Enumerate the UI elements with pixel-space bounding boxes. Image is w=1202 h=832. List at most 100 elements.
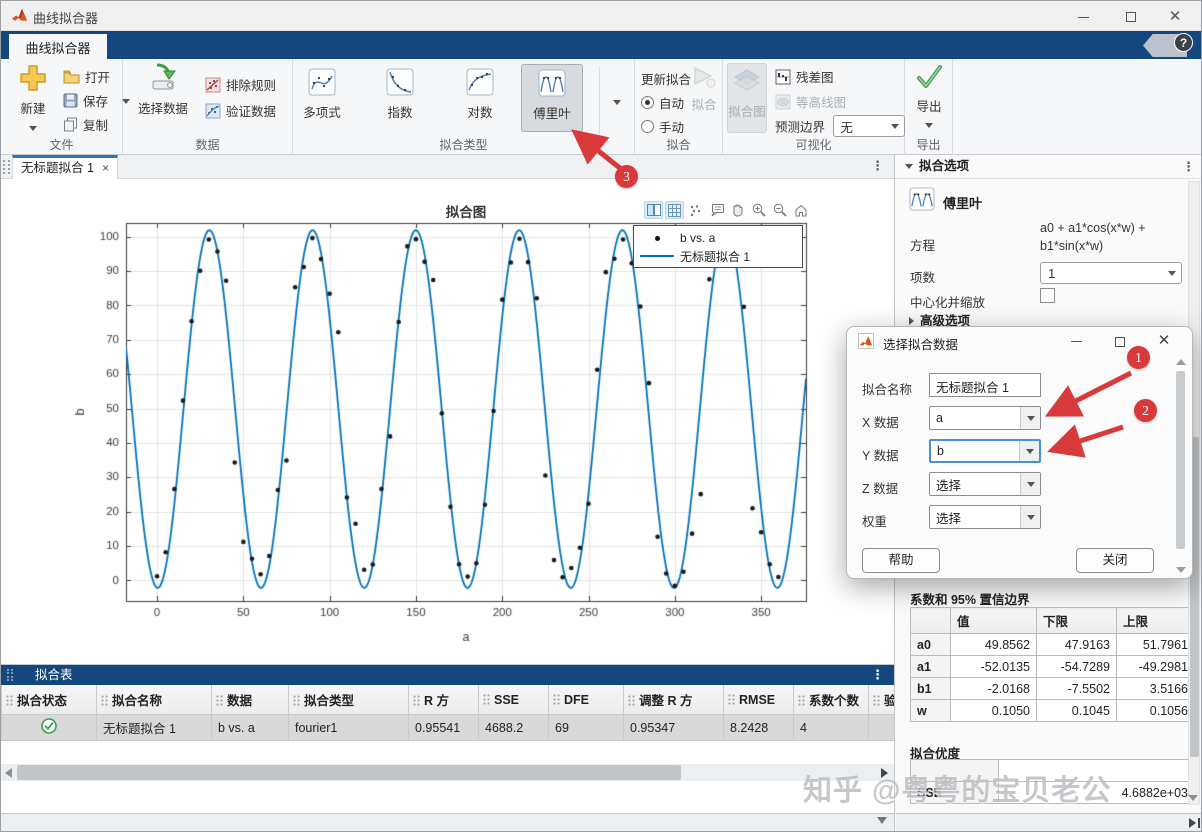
chart-legend[interactable]: b vs. a 无标题拟合 1 <box>633 225 803 268</box>
x-data-label: X 数据 <box>862 412 899 431</box>
contour-button: 等高线图 <box>775 92 846 111</box>
center-scale-checkbox[interactable] <box>1040 288 1055 303</box>
fits-table-title: 拟合表 <box>35 668 73 682</box>
col-rmse[interactable]: RMSE <box>724 685 794 715</box>
fit-r2-cell: 0.95541 <box>409 715 479 741</box>
col-adj-rsquare[interactable]: 调整 R 方 <box>624 685 724 715</box>
fit-name-input[interactable]: 无标题拟合 1 <box>929 373 1041 397</box>
fit-run-label: 拟合 <box>687 94 721 113</box>
col-rsquare[interactable]: R 方 <box>409 685 479 715</box>
help-button-dialog[interactable]: 帮助 <box>862 548 940 573</box>
fit-run-icon <box>691 65 717 89</box>
fit-options-header[interactable]: 拟合选项 ⋮ <box>895 155 1202 179</box>
col-sse[interactable]: SSE <box>479 685 549 715</box>
auto-radio-circle[interactable] <box>641 96 654 109</box>
residuals-button[interactable]: 残差图 <box>775 67 834 86</box>
ribbon-group-data: 选择数据 排除规则 验证数据 数据 <box>123 59 293 155</box>
coeff-row-a0: a0 49.8562 47.9163 51.7961 <box>911 634 1195 656</box>
window-close-button[interactable]: ✕ <box>1153 1 1197 31</box>
y-data-dropdown[interactable]: b <box>929 439 1041 463</box>
fittype-fourier-button[interactable]: 傅里叶 <box>521 64 583 132</box>
copy-button[interactable]: 复制 <box>63 115 108 134</box>
exclusion-rules-button[interactable]: 排除规则 <box>205 75 276 94</box>
datatip-icon[interactable] <box>707 201 726 219</box>
dialog-scroll-up-icon[interactable] <box>1176 359 1186 365</box>
right-panel-hscrollbar[interactable] <box>896 813 1202 832</box>
document-tab-label: 无标题拟合 1 <box>21 161 94 175</box>
ribbon-tab-curve-fitter[interactable]: 曲线拟合器 <box>9 34 107 59</box>
col-data[interactable]: 数据 <box>212 685 289 715</box>
weights-value: 选择 <box>936 508 961 527</box>
dialog-scroll-down-icon[interactable] <box>1176 567 1186 573</box>
copy-icon <box>63 117 78 132</box>
manual-radio[interactable]: 手动 <box>641 117 684 136</box>
weights-dropdown[interactable]: 选择 <box>929 505 1041 529</box>
legend-point-marker <box>634 236 680 241</box>
fits-table-title-bar[interactable]: 拟合表 ⋮ <box>1 665 894 685</box>
exponential-icon <box>386 68 414 96</box>
fittype-logarithm-button[interactable]: 对数 <box>449 64 511 132</box>
goodness-table: SSE 4.6882e+03 <box>910 759 1195 804</box>
close-button-dialog[interactable]: 关闭 <box>1076 548 1154 573</box>
col-fit-status[interactable]: 拟合状态 <box>2 685 97 715</box>
col-dfe[interactable]: DFE <box>549 685 624 715</box>
col-fit-name[interactable]: 拟合名称 <box>97 685 212 715</box>
dialog-scroll-thumb[interactable] <box>1176 371 1185 549</box>
restore-view-home-icon[interactable] <box>791 201 810 219</box>
document-tab-untitled-fit[interactable]: 无标题拟合 1 × <box>12 155 118 179</box>
fittype-polynomial-button[interactable]: 多项式 <box>291 64 353 132</box>
x-data-value: a <box>936 411 943 425</box>
dialog-vscrollbar[interactable] <box>1174 359 1187 573</box>
dialog-close-button[interactable]: ✕ <box>1144 327 1184 355</box>
col-fit-type[interactable]: 拟合类型 <box>289 685 409 715</box>
terms-dropdown[interactable]: 1 <box>1040 262 1182 284</box>
z-data-dropdown[interactable]: 选择 <box>929 472 1041 496</box>
dialog-minimize-button[interactable] <box>1056 327 1096 355</box>
zoom-in-icon[interactable] <box>749 201 768 219</box>
right-panel-scroll-end-icon <box>1198 818 1200 828</box>
fittype-gallery-caret[interactable] <box>607 85 627 107</box>
document-tab-close-icon[interactable]: × <box>102 161 109 175</box>
right-panel-scroll-right-icon[interactable] <box>1189 818 1196 828</box>
open-button[interactable]: 打开 <box>63 67 110 86</box>
select-data-button[interactable]: 选择数据 <box>131 63 195 117</box>
col-validation-data[interactable]: 验证数据 <box>869 685 895 715</box>
right-panel-scroll-down-icon[interactable] <box>1188 795 1198 801</box>
zoom-out-icon[interactable] <box>770 201 789 219</box>
prediction-bounds-dropdown[interactable]: 无 <box>833 115 905 137</box>
fit-options-menu-icon[interactable]: ⋮ <box>1182 160 1195 173</box>
fits-table-hscrollbar[interactable] <box>1 764 894 781</box>
scroll-left-arrow-icon[interactable] <box>5 768 12 778</box>
layout-panels-icon[interactable] <box>644 201 663 219</box>
new-button[interactable]: 新建 <box>9 63 57 134</box>
export-button[interactable]: 导出 <box>909 63 949 131</box>
grid-toggle-icon[interactable] <box>665 201 684 219</box>
matlab-logo-icon <box>11 7 28 24</box>
fits-table-row[interactable]: 无标题拟合 1 b vs. a fourier1 0.95541 4688.2 … <box>2 715 895 741</box>
collapse-triangle-icon[interactable] <box>905 164 913 169</box>
fits-table-grip-icon[interactable] <box>7 669 13 681</box>
manual-radio-circle[interactable] <box>641 120 654 133</box>
fits-table-menu-icon[interactable]: ⋮ <box>871 668 884 681</box>
validation-data-button[interactable]: 验证数据 <box>205 101 276 120</box>
bottom-strip <box>1 813 894 832</box>
fittype-exponential-button[interactable]: 指数 <box>369 64 431 132</box>
brush-data-icon[interactable] <box>686 201 705 219</box>
export-dropdown-caret[interactable] <box>925 123 933 128</box>
pan-hand-icon[interactable] <box>728 201 747 219</box>
save-button[interactable]: 保存 <box>63 91 130 110</box>
x-data-dropdown[interactable]: a <box>929 406 1041 430</box>
help-button[interactable]: ? <box>1174 33 1193 52</box>
fourier-icon <box>538 69 566 97</box>
document-grip-icon[interactable] <box>3 160 10 174</box>
panel-scroll-down-icon[interactable] <box>877 817 887 824</box>
scroll-right-arrow-icon[interactable] <box>881 768 888 778</box>
col-num-coeff[interactable]: 系数个数 <box>794 685 869 715</box>
new-dropdown-caret[interactable] <box>29 126 37 131</box>
auto-radio[interactable]: 自动 <box>641 93 684 112</box>
window-maximize-button[interactable] <box>1109 1 1153 31</box>
coeff-col-upper: 上限 <box>1117 608 1195 634</box>
document-bar-menu-icon[interactable]: ⋮ <box>871 159 884 172</box>
hscroll-thumb[interactable] <box>17 765 681 780</box>
window-minimize-button[interactable] <box>1061 1 1105 31</box>
